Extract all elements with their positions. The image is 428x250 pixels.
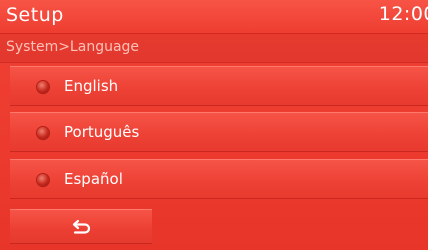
breadcrumb: System>Language (6, 39, 140, 55)
page-title: Setup (6, 4, 64, 26)
language-option-espanol[interactable]: Español (10, 159, 428, 199)
language-label: Español (64, 170, 123, 188)
language-option-portugues[interactable]: Português (10, 112, 428, 152)
radio-icon (37, 127, 49, 139)
clock: 12:00 (378, 3, 428, 25)
radio-icon (37, 81, 49, 93)
back-button[interactable] (10, 209, 152, 244)
breadcrumb-bar: System>Language (0, 34, 428, 63)
setup-screen: Setup 12:00 System>Language English Port… (0, 0, 428, 250)
language-option-english[interactable]: English (10, 66, 428, 106)
language-label: English (64, 77, 119, 95)
language-label: Português (64, 123, 140, 141)
title-bar: Setup 12:00 (0, 0, 428, 34)
back-arrow-icon (72, 219, 91, 234)
radio-icon (37, 174, 49, 186)
